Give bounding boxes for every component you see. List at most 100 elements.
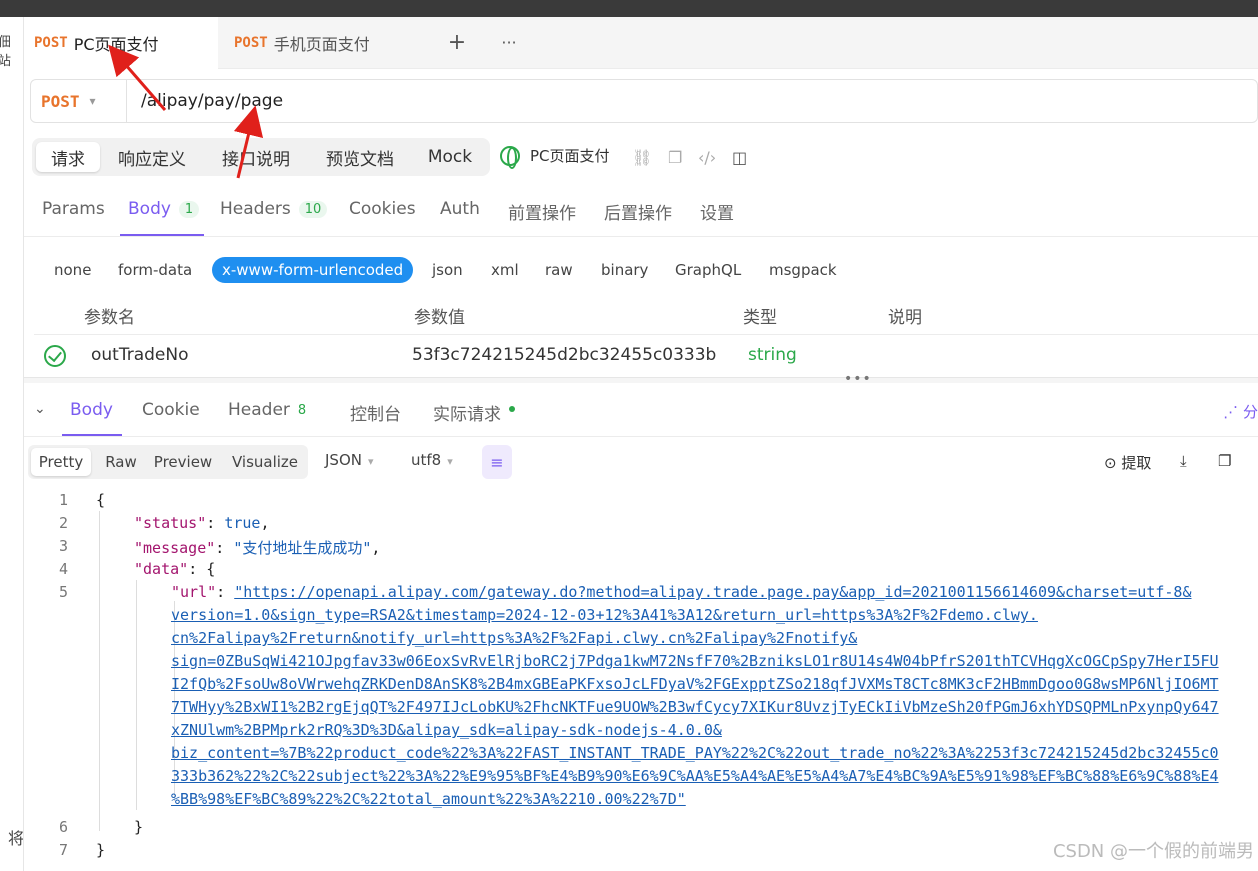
response-tabs: ⌄ Body Cookie Header 8 控制台 实际请求 ⋰ 分: [24, 389, 1258, 437]
drag-handle-icon[interactable]: •••: [844, 371, 872, 387]
tab-pre-ops[interactable]: 前置操作: [508, 199, 576, 224]
chevron-down-icon: ▾: [89, 94, 96, 108]
top-window-strip: [0, 0, 1258, 17]
chevron-down-icon: ▾: [447, 455, 453, 468]
share-button[interactable]: ⋰ 分: [1223, 401, 1258, 422]
tab-response-body[interactable]: Body: [70, 400, 113, 420]
count-badge: 10: [298, 200, 328, 218]
url-value-line[interactable]: cn%2Falipay%2Freturn&notify_url=https%3A…: [171, 629, 857, 647]
body-type-none[interactable]: none: [54, 257, 91, 283]
url-value-line[interactable]: "https://openapi.alipay.com/gateway.do?m…: [234, 583, 1191, 601]
active-tab-underline: [120, 234, 204, 236]
column-header: 类型: [743, 308, 777, 328]
active-tab-underline: [62, 434, 122, 436]
encoding-select[interactable]: utf8 ▾: [411, 451, 453, 469]
json-key: "message": [134, 539, 216, 557]
chevron-down-icon[interactable]: ⌄: [34, 401, 46, 417]
request-name-label[interactable]: PC页面支付: [530, 145, 610, 166]
tab-body[interactable]: Body 1: [128, 199, 200, 219]
tab-console[interactable]: 控制台: [350, 400, 401, 425]
tab-response-header[interactable]: Header 8: [228, 400, 306, 420]
body-type-raw[interactable]: raw: [545, 257, 573, 283]
code-line: }: [134, 818, 144, 836]
url-value-line[interactable]: %BB%98%EF%BC%89%22%2C%22total_amount%22%…: [171, 790, 686, 808]
more-tabs-button[interactable]: ···: [494, 27, 524, 57]
add-tab-button[interactable]: +: [442, 27, 472, 57]
params-table-header: 参数名 参数值 类型 说明: [34, 297, 1258, 335]
code-icon[interactable]: ‹/›: [698, 148, 716, 167]
download-icon[interactable]: ⤓: [1180, 452, 1187, 470]
enabled-check-icon[interactable]: [44, 345, 66, 367]
param-value-cell[interactable]: 53f3c724215245d2bc32455c0333b: [412, 345, 716, 365]
code-line: {: [96, 491, 106, 509]
body-type-form-data[interactable]: form-data: [118, 257, 192, 283]
tab-params[interactable]: Params: [42, 199, 105, 219]
link-icon[interactable]: ⛓: [632, 148, 652, 167]
tab-settings[interactable]: 设置: [700, 199, 734, 224]
format-preview[interactable]: Preview: [148, 448, 218, 476]
tab-headers[interactable]: Headers 10: [220, 199, 328, 219]
sidebar-toggle-icon[interactable]: ◫: [732, 148, 747, 167]
tab-headers-label: Headers: [220, 199, 291, 219]
tab-api-description[interactable]: 接口说明: [208, 142, 304, 172]
language-select[interactable]: JSON ▾: [325, 451, 374, 469]
url-value-line[interactable]: biz_content=%7B%22product_code%22%3A%22F…: [171, 744, 1219, 762]
tab-cookies[interactable]: Cookies: [349, 199, 416, 219]
tab-pc-page-pay[interactable]: POST PC页面支付: [24, 17, 218, 69]
line-number: 4: [58, 560, 68, 578]
param-type-cell[interactable]: string: [748, 345, 797, 365]
count-badge: 1: [178, 200, 200, 218]
line-number: 1: [58, 491, 68, 509]
param-name-cell[interactable]: outTradeNo: [91, 345, 189, 365]
tab-preview-doc[interactable]: 预览文档: [312, 142, 408, 172]
column-header: 说明: [888, 308, 922, 328]
tab-mobile-page-pay[interactable]: POST 手机页面支付: [234, 17, 424, 69]
url-value-line[interactable]: 7TWHyy%2BxWI1%2B2rgEjqQT%2F497IJcLobKU%2…: [171, 698, 1219, 716]
code-line: }: [96, 841, 106, 859]
tab-actual-request[interactable]: 实际请求: [433, 400, 515, 425]
format-pretty[interactable]: Pretty: [31, 448, 91, 476]
body-type-graphql[interactable]: GraphQL: [675, 257, 741, 283]
request-name: PC页面支付: [500, 145, 610, 169]
body-type-json[interactable]: json: [432, 257, 463, 283]
method-select[interactable]: POST ▾: [31, 80, 127, 122]
format-visualize[interactable]: Visualize: [226, 448, 304, 476]
tab-body-label: Body: [128, 199, 171, 219]
body-type-urlencoded[interactable]: x-www-form-urlencoded: [212, 257, 414, 283]
tab-response-definition[interactable]: 响应定义: [106, 142, 198, 172]
extract-icon: ⊙: [1104, 454, 1122, 472]
tab-request[interactable]: 请求: [36, 142, 100, 172]
copy-icon[interactable]: ❐: [668, 148, 682, 167]
tab-post-ops[interactable]: 后置操作: [604, 199, 672, 224]
request-view-switch: 请求 响应定义 接口说明 预览文档 Mock: [32, 138, 490, 176]
tab-response-cookie[interactable]: Cookie: [142, 400, 200, 420]
share-label: 分: [1242, 403, 1258, 421]
extract-button[interactable]: ⊙ 提取: [1104, 452, 1151, 473]
url-input[interactable]: /alipay/pay/page: [127, 91, 283, 111]
url-value-line[interactable]: 333b362%22%2C%22subject%22%3A%22%E9%95%B…: [171, 767, 1219, 785]
url-value-line[interactable]: xZNUlwm%2BPMprk2rRQ%3D%3D&alipay_sdk=ali…: [171, 721, 722, 739]
format-raw[interactable]: Raw: [98, 448, 144, 476]
tab-mock[interactable]: Mock: [416, 142, 484, 172]
url-value-line[interactable]: I2fQb%2FsoUw8oVWrwehqZRKDenD8AnSK8%2B4mx…: [171, 675, 1219, 693]
body-type-msgpack[interactable]: msgpack: [769, 257, 837, 283]
url-bar: POST ▾ /alipay/pay/page: [30, 79, 1258, 123]
url-value-line[interactable]: sign=0ZBuSqWi421OJpgfav33w06EoxSvRvElRjb…: [171, 652, 1219, 670]
globe-icon: [500, 145, 520, 169]
copy-icon[interactable]: ❐: [1218, 452, 1231, 470]
left-panel-text: 佃站: [0, 31, 23, 69]
panel-splitter[interactable]: [24, 377, 1258, 383]
left-panel-text: 将: [8, 829, 24, 848]
body-type-xml[interactable]: xml: [491, 257, 519, 283]
response-code-editor[interactable]: 1 2 3 4 5 6 7 { "status": true, "message…: [24, 489, 1258, 871]
encoding-label: utf8: [411, 451, 442, 469]
line-number: 6: [58, 818, 68, 836]
indent-guide: [136, 580, 137, 810]
extract-label: 提取: [1121, 454, 1152, 472]
status-dot: [509, 405, 515, 412]
watermark: CSDN @一个假的前端男: [1052, 841, 1254, 862]
body-type-binary[interactable]: binary: [601, 257, 648, 283]
tab-auth[interactable]: Auth: [440, 199, 480, 219]
word-wrap-button[interactable]: ≡: [482, 445, 512, 479]
url-value-line[interactable]: version=1.0&sign_type=RSA2&timestamp=202…: [171, 606, 1038, 624]
